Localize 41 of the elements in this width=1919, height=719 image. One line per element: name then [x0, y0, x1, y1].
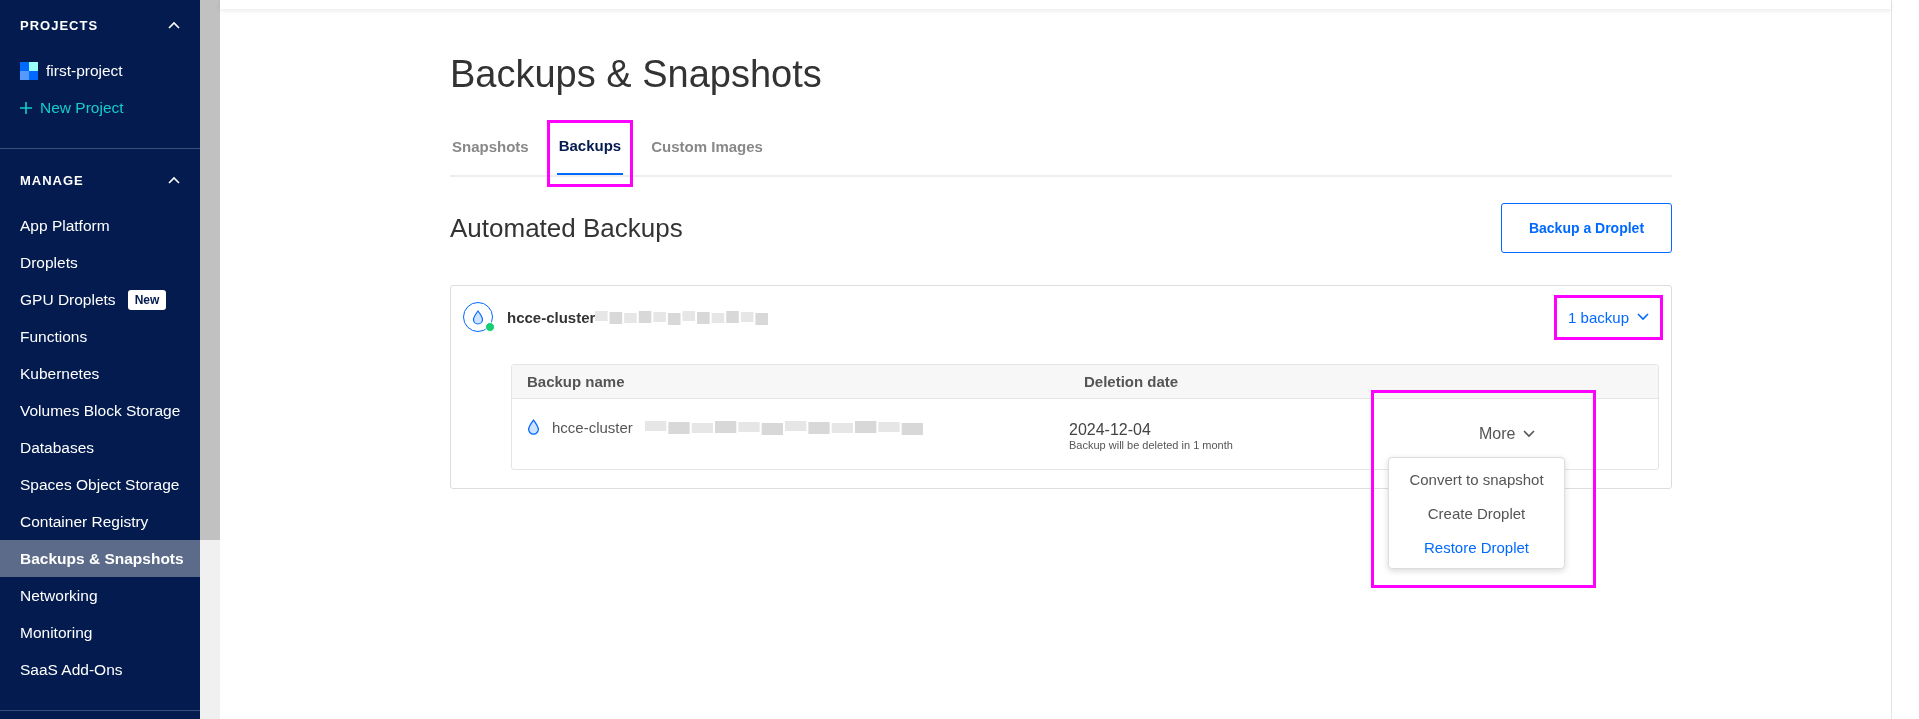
column-header: Deletion date — [1083, 373, 1180, 390]
menu-item[interactable]: Convert to snapshot — [1389, 462, 1564, 496]
new-badge: New — [127, 289, 167, 310]
droplet-name: hcce-cluster — [507, 308, 596, 326]
page-title: Backups & Snapshots — [450, 53, 823, 96]
deletion-date: 2024-12-04 — [1069, 421, 1152, 439]
sidebar-item[interactable]: Databases — [0, 429, 200, 466]
sidebar-item[interactable]: App Platform — [0, 207, 200, 244]
sidebar-item[interactable]: Monitoring — [0, 614, 200, 651]
section-heading: MANAGE — [20, 172, 84, 188]
menu-item[interactable]: Create Droplet — [1389, 496, 1564, 530]
section-heading: PROJECTS — [20, 17, 99, 33]
sidebar-item[interactable]: Kubernetes — [0, 355, 200, 392]
tab[interactable]: Snapshots — [450, 134, 531, 175]
droplet-icon — [527, 418, 540, 436]
tab[interactable]: Backups — [556, 134, 624, 175]
sidebar-item[interactable]: Container Registry — [0, 503, 200, 540]
chevron-down-icon — [1523, 430, 1536, 438]
menu-item[interactable]: Restore Droplet — [1389, 530, 1564, 564]
sidebar-item[interactable]: Networking — [0, 577, 200, 614]
sidebar-item[interactable]: Backups & Snapshots — [0, 540, 200, 577]
project-icon — [20, 61, 38, 80]
sidebar-item[interactable]: GPU Droplets New — [0, 281, 200, 318]
deletion-note: Backup will be deleted in 1 month — [1069, 439, 1234, 451]
sidebar-item[interactable]: Spaces Object Storage — [0, 466, 200, 503]
column-header: Backup name — [526, 373, 626, 390]
sidebar-item[interactable]: Droplets — [0, 244, 200, 281]
chevron-down-icon — [1637, 313, 1649, 321]
backup-count-toggle[interactable]: 1 backup — [1558, 308, 1659, 326]
backup-droplet-button[interactable]: Backup a Droplet — [1501, 203, 1672, 253]
sidebar-item[interactable]: Functions — [0, 318, 200, 355]
section-title: Automated Backups — [450, 212, 683, 244]
plus-icon — [20, 101, 32, 114]
scrollbar-thumb[interactable] — [200, 0, 220, 540]
backup-name: hcce-cluster — [552, 418, 633, 436]
sidebar-item[interactable]: first-project — [0, 52, 200, 89]
sidebar-item[interactable]: New Project — [0, 89, 200, 126]
more-button[interactable]: More — [1473, 424, 1542, 444]
sidebar-item[interactable]: SaaS Add-Ons — [0, 651, 200, 688]
sidebar-item[interactable]: Volumes Block Storage — [0, 392, 200, 429]
tab[interactable]: Custom Images — [649, 134, 765, 175]
